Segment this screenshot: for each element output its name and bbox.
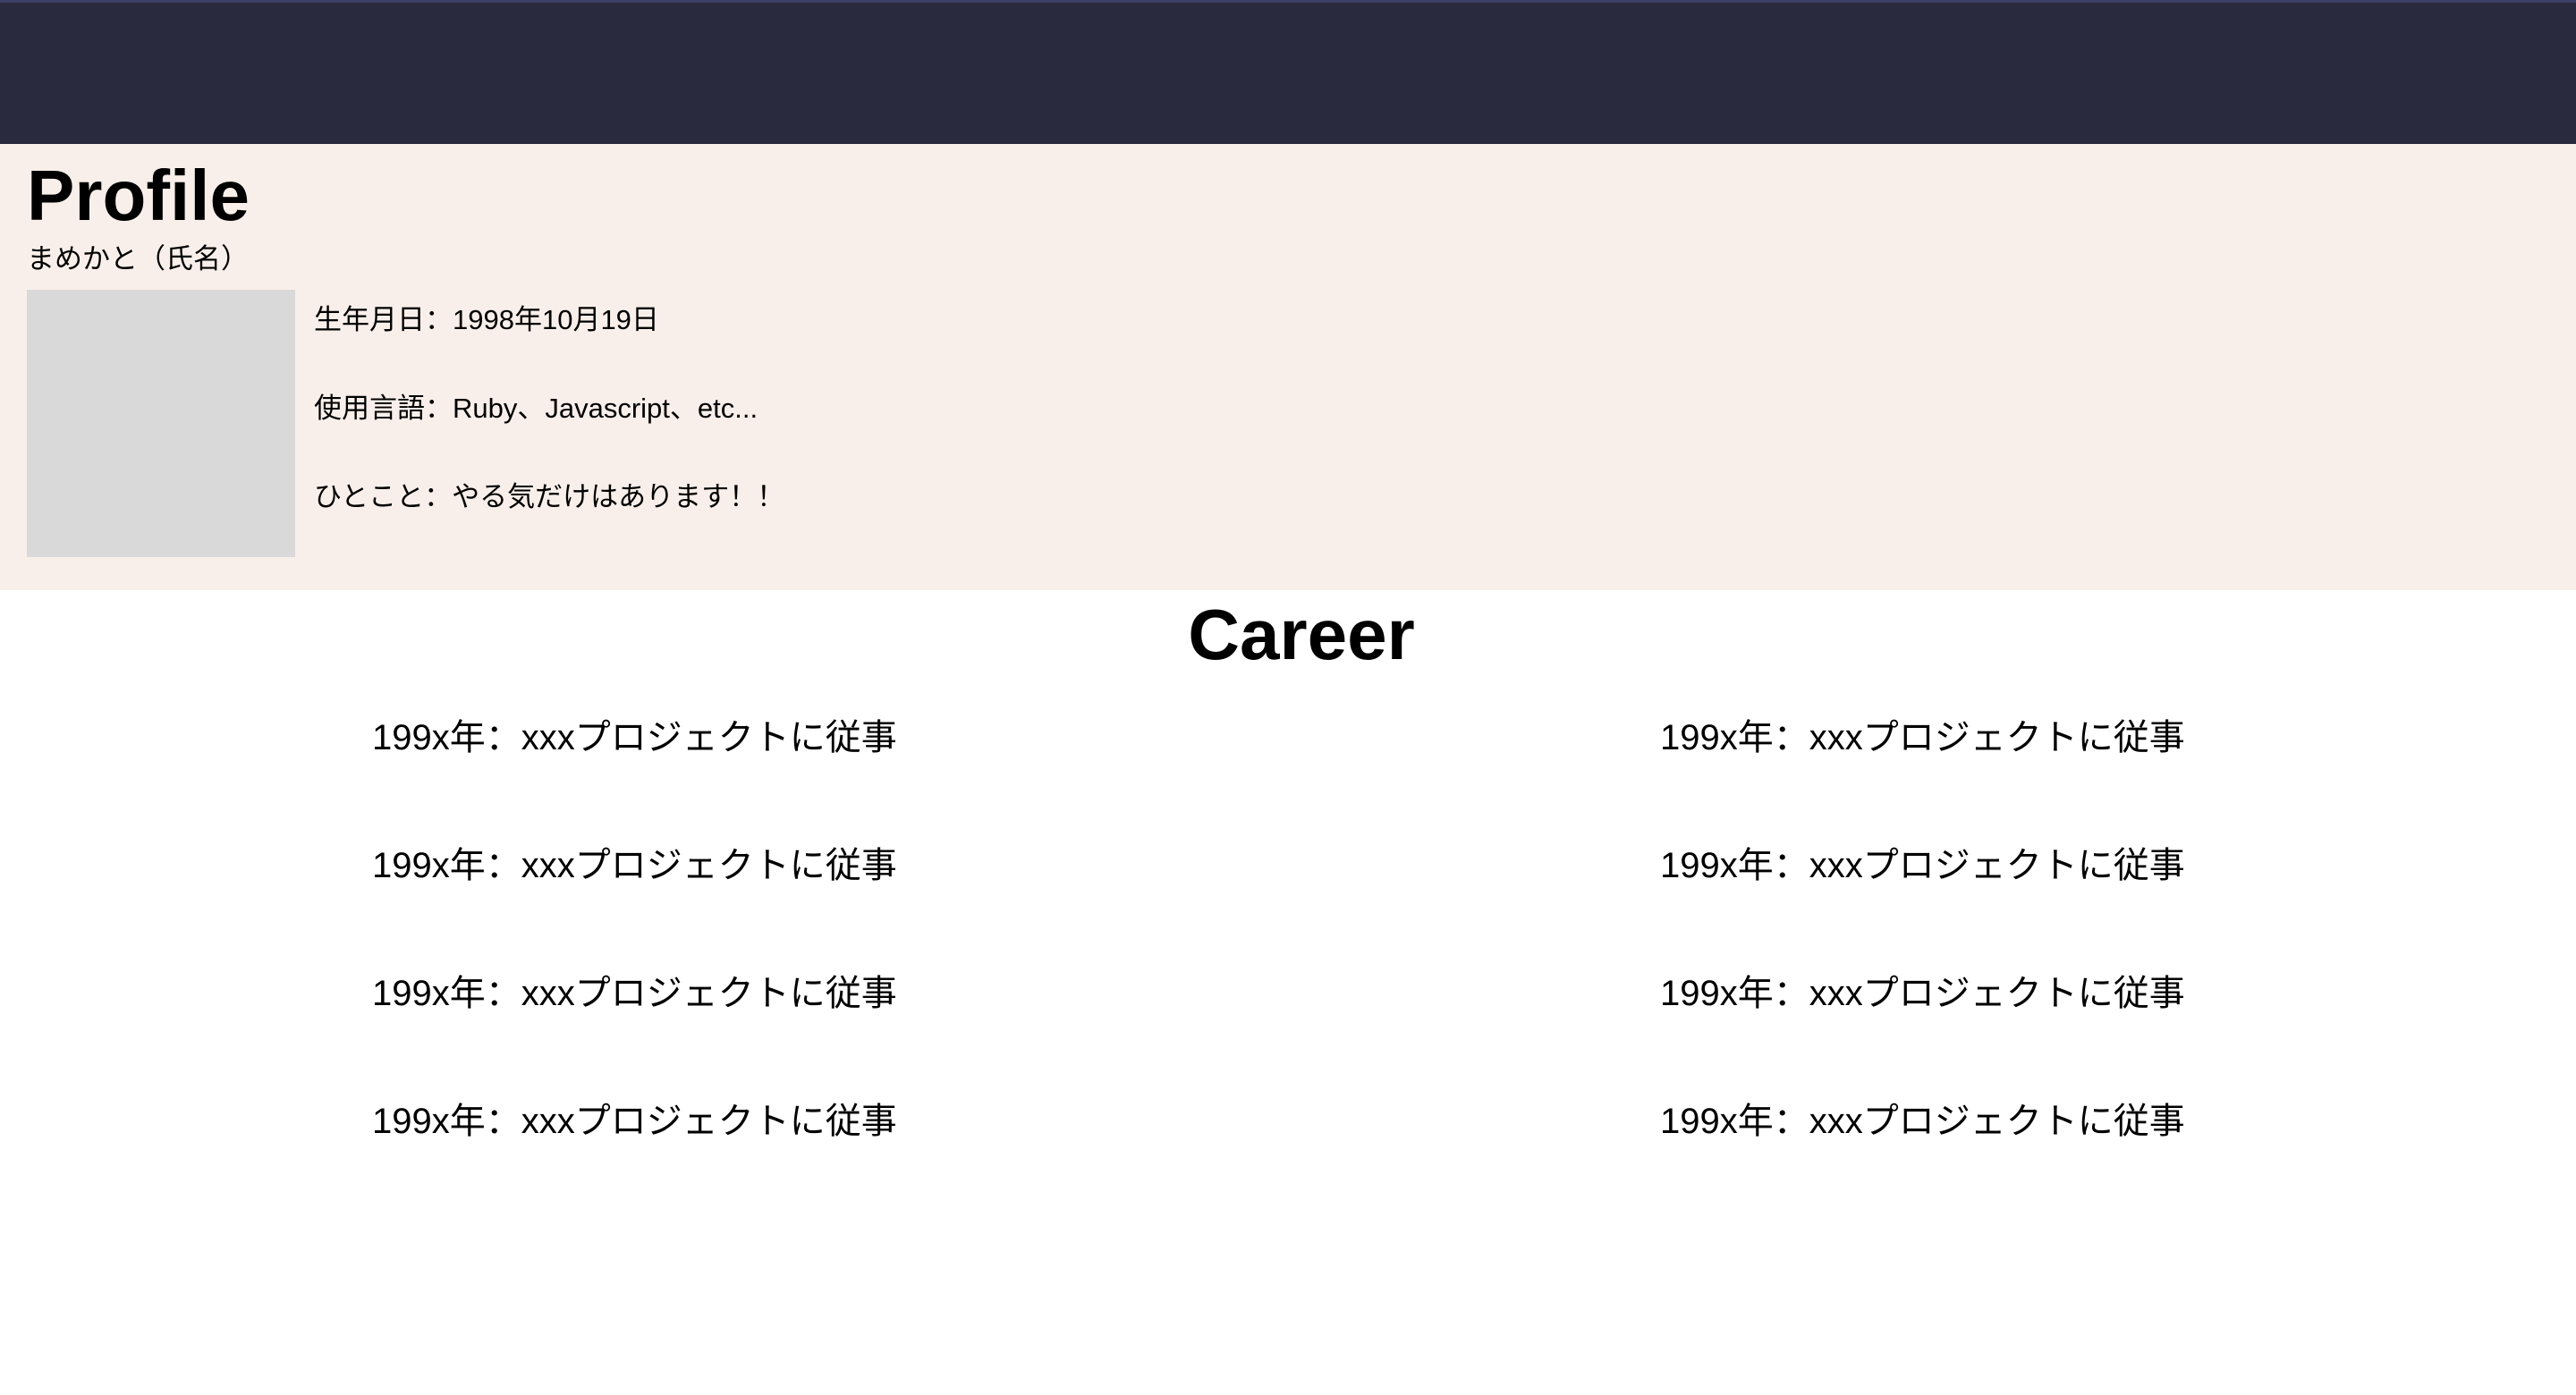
profile-languages: 使用言語：Ruby、Javascript、etc... [314, 393, 758, 424]
career-item: 199x年：xxxプロジェクトに従事 [372, 1102, 897, 1141]
profile-photo-placeholder [27, 290, 295, 557]
career-title: Career [1188, 595, 1415, 674]
career-item: 199x年：xxxプロジェクトに従事 [1660, 1102, 2185, 1141]
profile-details: 生年月日：1998年10月19日 使用言語：Ruby、Javascript、et… [314, 300, 784, 566]
career-item: 199x年：xxxプロジェクトに従事 [372, 718, 897, 757]
profile-comment: ひとこと：やる気だけはあります！！ [314, 481, 785, 512]
profile-birthdate: 生年月日：1998年10月19日 [314, 304, 659, 335]
career-item: 199x年：xxxプロジェクトに従事 [372, 974, 897, 1013]
profile-title: Profile [27, 156, 250, 235]
top-header-bar [0, 0, 2576, 144]
career-item: 199x年：xxxプロジェクトに従事 [1660, 718, 2185, 757]
career-list-right: 199x年：xxxプロジェクトに従事 199x年：xxxプロジェクトに従事 19… [1660, 711, 2185, 1222]
career-item: 199x年：xxxプロジェクトに従事 [372, 846, 897, 885]
profile-name: まめかと（氏名） [27, 243, 249, 275]
career-item: 199x年：xxxプロジェクトに従事 [1660, 846, 2185, 885]
career-list-left: 199x年：xxxプロジェクトに従事 199x年：xxxプロジェクトに従事 19… [372, 711, 897, 1222]
career-item: 199x年：xxxプロジェクトに従事 [1660, 974, 2185, 1013]
profile-section: Profile まめかと（氏名） 生年月日：1998年10月19日 使用言語：R… [0, 144, 2576, 590]
